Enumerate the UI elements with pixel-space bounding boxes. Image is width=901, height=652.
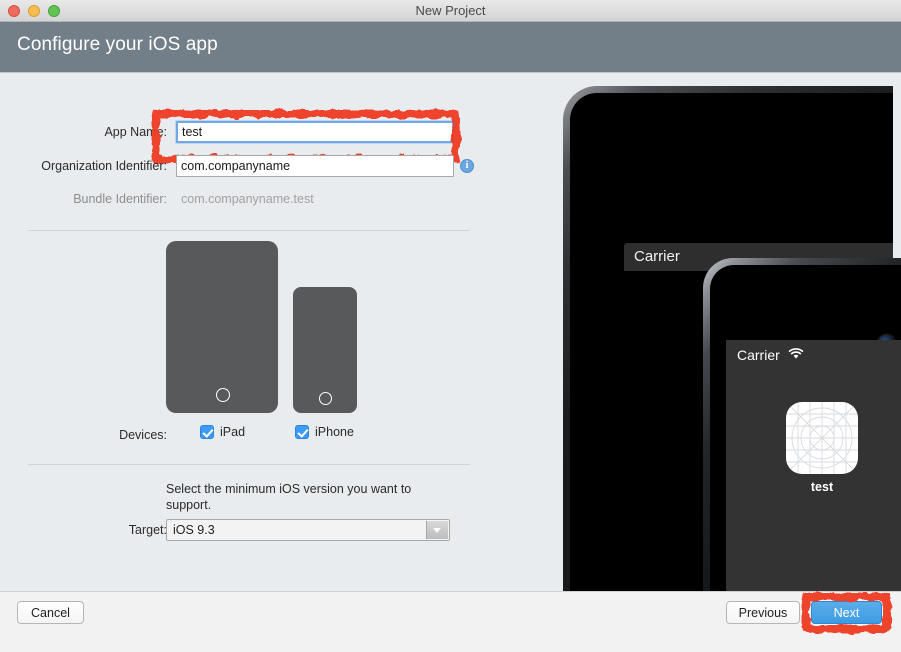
page-title: Configure your iOS app <box>17 34 218 55</box>
next-button-highlight-annotation <box>802 593 891 633</box>
target-select-wrap: iOS 9.3 <box>166 519 450 541</box>
simulator-screen: Carrier test <box>726 340 901 591</box>
target-select[interactable]: iOS 9.3 <box>166 519 450 541</box>
window-title: New Project <box>415 3 486 18</box>
ipad-home-button-icon <box>216 388 230 402</box>
ipad-carrier-label: Carrier <box>634 248 680 265</box>
checkbox-ipad-label: iPad <box>220 425 246 439</box>
new-project-window: New Project Configure your iOS app App N… <box>0 0 901 652</box>
organization-identifier-row: Organization Identifier: i <box>24 155 484 177</box>
iphone-screen: Carrier test <box>710 265 901 591</box>
bundle-identifier-row: Bundle Identifier: com.companyname.test <box>24 188 484 210</box>
checkbox-ipad[interactable]: iPad <box>200 425 245 439</box>
bundle-identifier-label: Bundle Identifier: <box>73 192 167 206</box>
organization-identifier-label: Organization Identifier: <box>41 159 167 173</box>
device-preview-pane: Carrier Carrier test <box>563 73 901 591</box>
form-separator-top <box>28 230 470 231</box>
previous-button[interactable]: Previous <box>726 601 800 624</box>
configuration-form: App Name: Organization Identifier: i Bun… <box>0 73 563 591</box>
ipad-silhouette-icon <box>166 241 278 413</box>
checkbox-iphone[interactable]: iPhone <box>295 425 354 439</box>
iphone-carrier-label: Carrier <box>737 347 780 363</box>
iphone-home-button-icon <box>319 392 332 405</box>
checkbox-iphone-label: iPhone <box>315 425 354 439</box>
devices-row: Devices: iPad iPhone <box>24 425 484 445</box>
organization-identifier-input[interactable] <box>176 155 454 177</box>
window-titlebar: New Project <box>0 0 901 22</box>
app-icon <box>786 402 858 474</box>
info-icon[interactable]: i <box>460 159 474 173</box>
iphone-silhouette-icon <box>293 287 357 413</box>
bundle-identifier-value: com.companyname.test <box>181 192 314 206</box>
checkbox-iphone-box[interactable] <box>295 425 309 439</box>
app-name-label: App Name: <box>104 125 167 139</box>
target-help-text: Select the minimum iOS version you want … <box>166 482 412 512</box>
target-selected-value: iOS 9.3 <box>173 523 215 537</box>
dialog-body: App Name: Organization Identifier: i Bun… <box>0 73 901 591</box>
device-illustrations <box>0 241 500 421</box>
iphone-mockup: Carrier test <box>703 258 901 591</box>
target-label: Target: <box>128 523 167 537</box>
cancel-button[interactable]: Cancel <box>17 601 84 624</box>
devices-label: Devices: <box>119 428 167 442</box>
form-separator-bottom <box>28 464 470 465</box>
checkbox-ipad-box[interactable] <box>200 425 214 439</box>
target-row: Target: iOS 9.3 <box>24 519 484 541</box>
iphone-status-bar: Carrier <box>726 340 901 370</box>
wifi-icon <box>788 340 804 370</box>
app-icon-wrap: test <box>776 402 868 494</box>
app-icon-label: test <box>810 480 834 494</box>
page-header: Configure your iOS app <box>0 22 901 73</box>
chevron-down-icon[interactable] <box>426 521 448 539</box>
